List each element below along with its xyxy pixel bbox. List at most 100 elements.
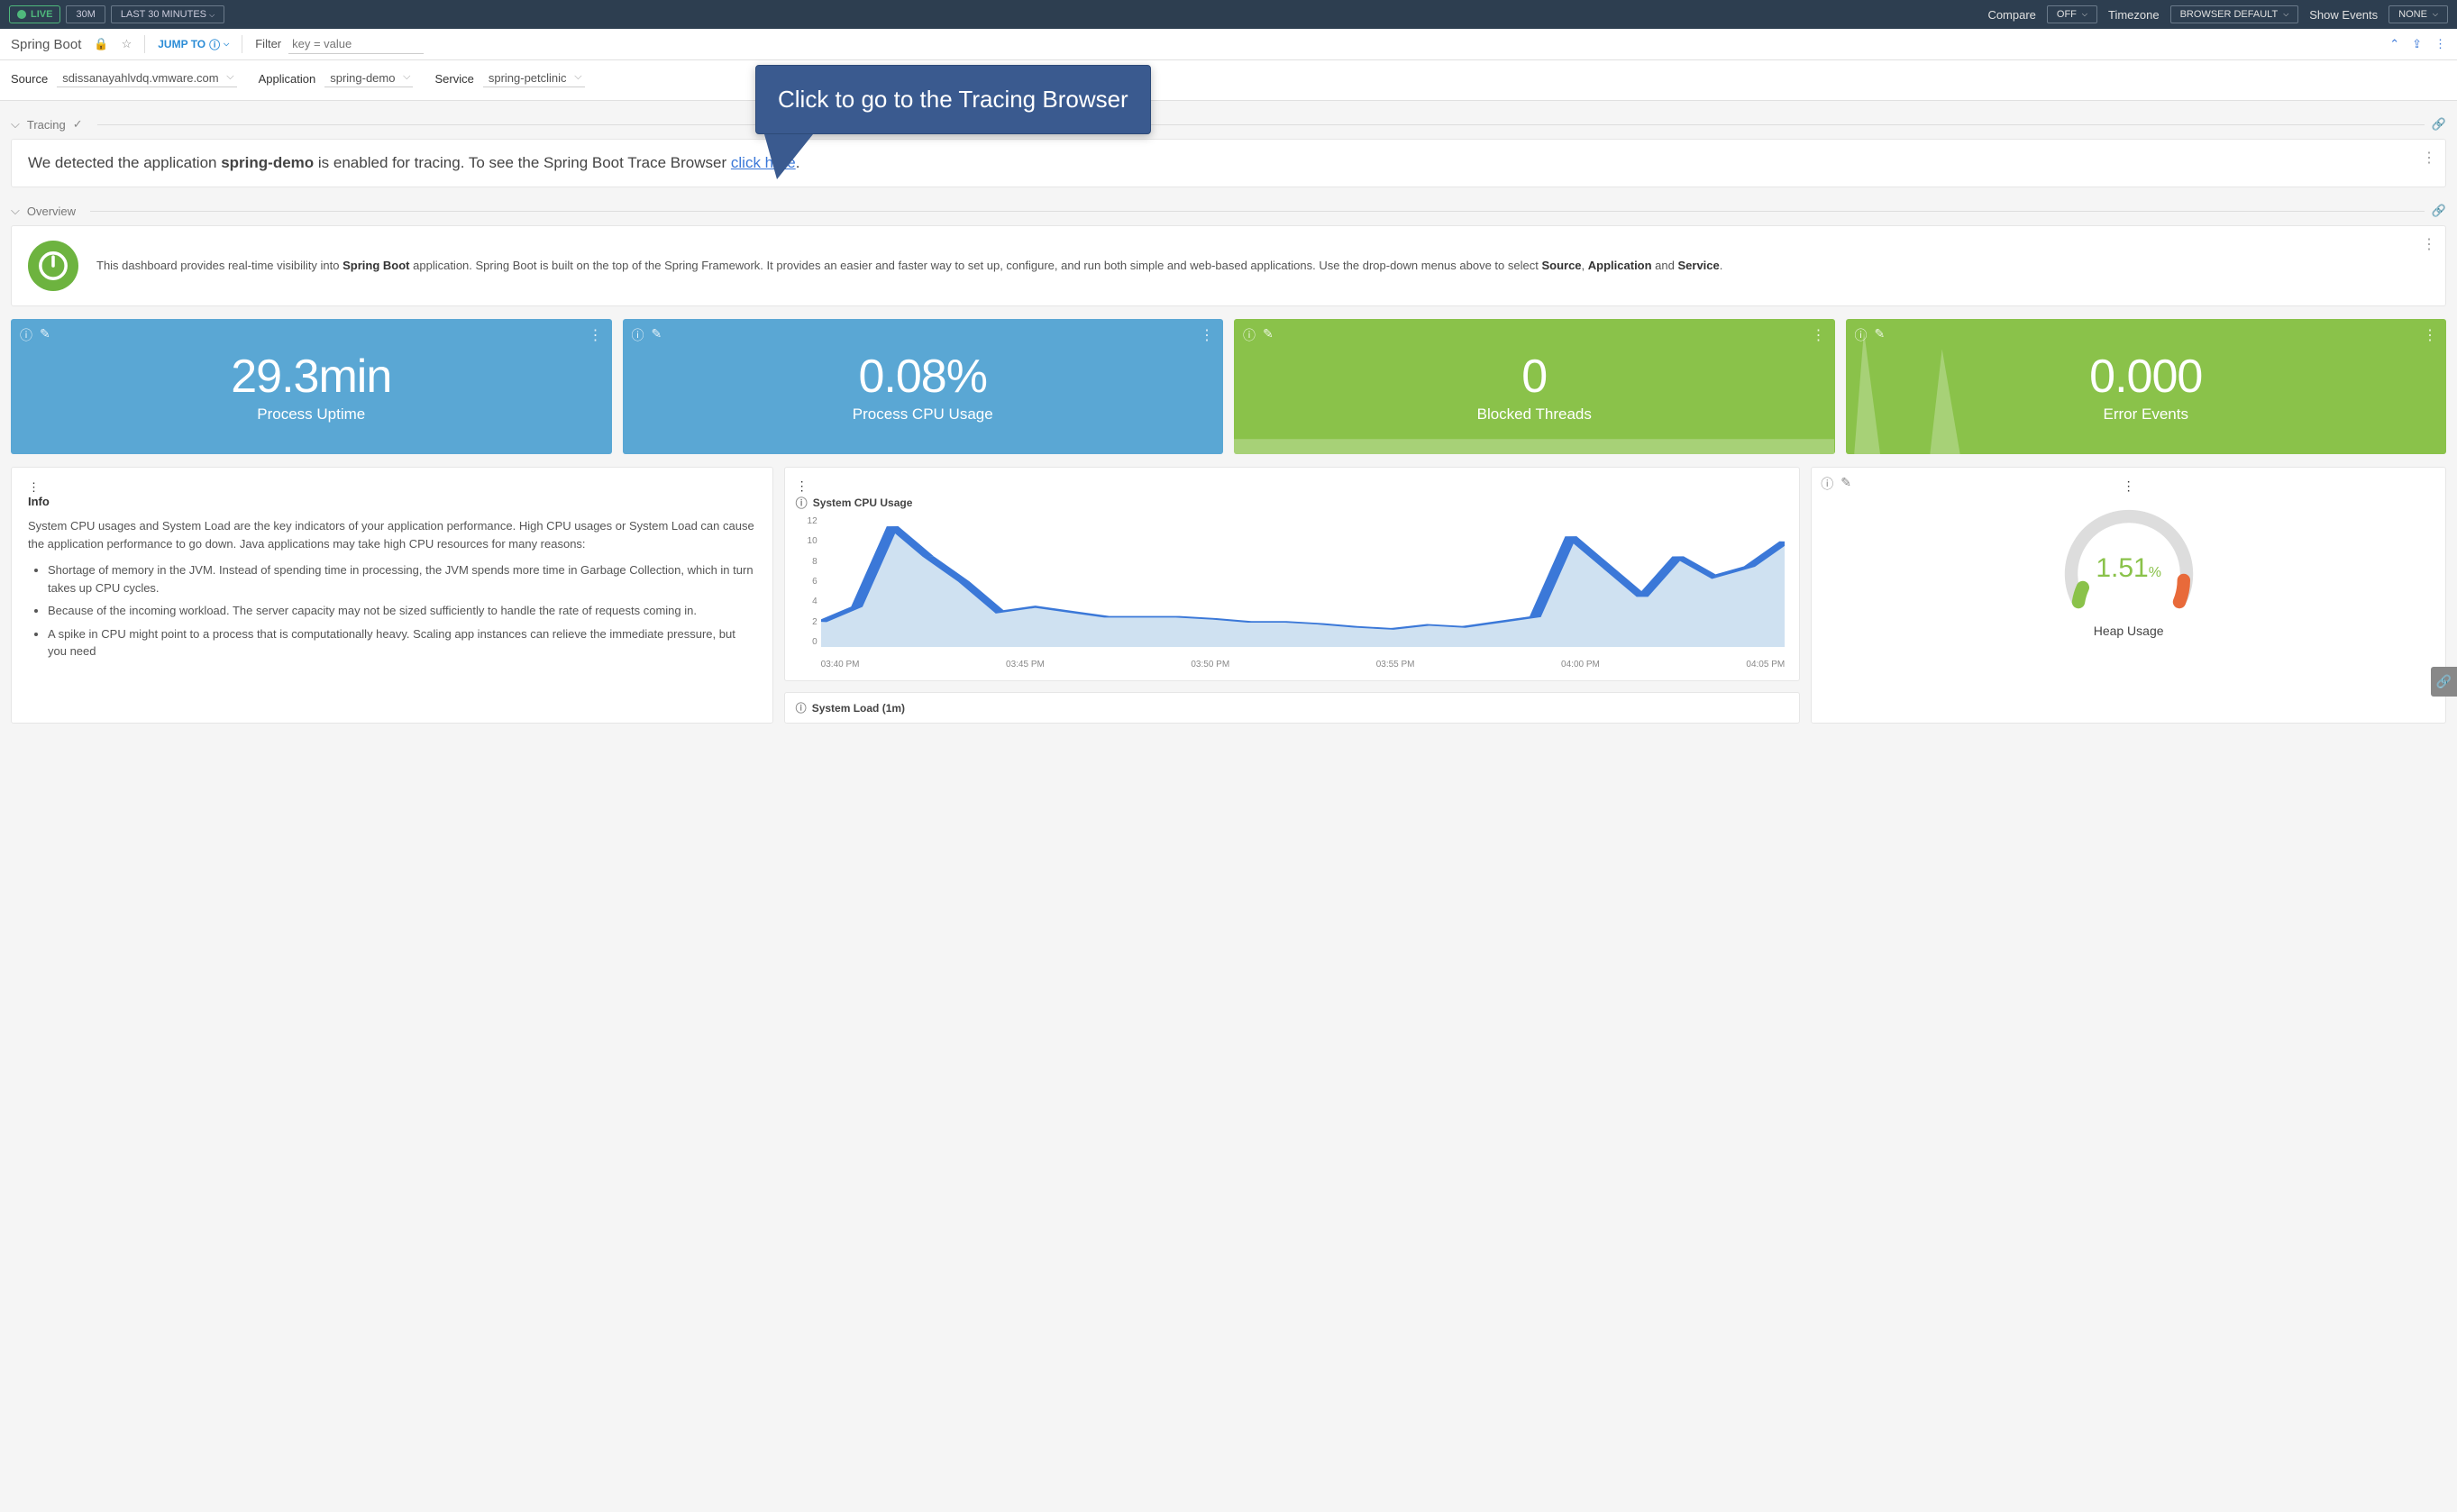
overview-card: ⋮ This dashboard provides real-time visi… bbox=[11, 225, 2446, 306]
chevron-down-icon[interactable]: ⌵ bbox=[11, 117, 20, 132]
card-menu-icon[interactable]: ⋮ bbox=[2422, 235, 2436, 253]
info-bullets: Shortage of memory in the JVM. Instead o… bbox=[28, 561, 756, 660]
range-dropdown[interactable]: LAST 30 MINUTES ⌵ bbox=[111, 5, 224, 23]
info-circle-icon[interactable]: ⓘ bbox=[20, 326, 32, 344]
pencil-icon[interactable]: ✎ bbox=[1875, 326, 1886, 344]
info-circle-icon[interactable]: ⓘ bbox=[1243, 326, 1256, 344]
card-menu-icon[interactable]: ⋮ bbox=[1200, 326, 1214, 344]
cpu-chart-svg bbox=[821, 516, 1786, 647]
card-menu-icon[interactable]: ⋮ bbox=[796, 478, 808, 493]
filter-group: Filter bbox=[255, 34, 424, 54]
chevron-down-icon[interactable]: ⌵ bbox=[11, 204, 20, 218]
content-area: ⌵ Tracing ✓ 🔗 ⋮ We detected the applicat… bbox=[0, 117, 2457, 742]
source-label: Source bbox=[11, 72, 48, 86]
info-card: ⋮ Info System CPU usages and System Load… bbox=[11, 467, 773, 724]
collapse-icon[interactable]: ⌃ bbox=[2389, 37, 2399, 51]
txt-bold: Service bbox=[1677, 259, 1719, 272]
info-circle-icon[interactable]: ⓘ bbox=[632, 326, 644, 344]
compare-value: OFF bbox=[2057, 9, 2077, 20]
check-circle-icon: ✓ bbox=[73, 117, 83, 132]
stat-card-uptime: ⓘ ✎ ⋮ 29.3min Process Uptime bbox=[11, 319, 612, 454]
filter-input[interactable] bbox=[288, 34, 424, 54]
filter-label: Filter bbox=[255, 37, 281, 50]
x-tick: 03:40 PM bbox=[821, 660, 860, 669]
txt: application. Spring Boot is built on the… bbox=[410, 259, 1542, 272]
txt-bold: spring-demo bbox=[221, 154, 314, 171]
share-icon[interactable]: ⇪ bbox=[2412, 37, 2422, 51]
sparkline-icon bbox=[1234, 319, 1834, 454]
y-tick: 8 bbox=[796, 557, 817, 567]
application-dropdown[interactable]: spring-demo bbox=[324, 69, 413, 87]
jump-to-button[interactable]: JUMP TO ⓘ ⌵ bbox=[158, 37, 229, 52]
gauge-value-wrap: 1.51% bbox=[2057, 553, 2201, 584]
tracing-message: We detected the application spring-demo … bbox=[28, 154, 2429, 172]
card-menu-icon[interactable]: ⋮ bbox=[589, 326, 603, 344]
live-badge[interactable]: LIVE bbox=[9, 5, 60, 23]
pencil-icon[interactable]: ✎ bbox=[1263, 326, 1274, 344]
card-menu-icon[interactable]: ⋮ bbox=[2123, 478, 2135, 494]
y-tick: 2 bbox=[796, 617, 817, 627]
timezone-dropdown[interactable]: BROWSER DEFAULT ⌵ bbox=[2170, 5, 2299, 23]
side-link-icon[interactable]: 🔗 bbox=[2431, 667, 2457, 697]
gauge-label: Heap Usage bbox=[2094, 624, 2164, 638]
timezone-label: Timezone bbox=[2108, 8, 2160, 22]
link-icon[interactable]: 🔗 bbox=[2432, 204, 2446, 218]
compare-dropdown[interactable]: OFF ⌵ bbox=[2047, 5, 2097, 23]
range-30m-button[interactable]: 30M bbox=[66, 5, 105, 23]
sparkline-icon bbox=[1846, 319, 2446, 454]
link-icon[interactable]: 🔗 bbox=[2432, 117, 2446, 132]
x-tick: 04:05 PM bbox=[1746, 660, 1785, 669]
x-tick: 03:45 PM bbox=[1006, 660, 1045, 669]
card-menu-icon[interactable]: ⋮ bbox=[2423, 326, 2437, 344]
stat-card-blocked-threads: ⓘ✎ ⋮ 0 Blocked Threads bbox=[1234, 319, 1835, 454]
pencil-icon[interactable]: ✎ bbox=[40, 326, 50, 344]
section-header-tracing: ⌵ Tracing ✓ 🔗 bbox=[11, 117, 2446, 132]
txt: , bbox=[1582, 259, 1588, 272]
txt: . bbox=[1720, 259, 1723, 272]
info-circle-icon[interactable]: ⓘ bbox=[1821, 475, 1833, 493]
show-events-label: Show Events bbox=[2309, 8, 2378, 22]
spring-boot-logo-icon bbox=[28, 241, 78, 291]
pencil-icon[interactable]: ✎ bbox=[1840, 475, 1851, 493]
callout-tail-icon bbox=[764, 134, 813, 179]
stat-row: ⓘ ✎ ⋮ 29.3min Process Uptime ⓘ ✎ ⋮ 0.08% P… bbox=[11, 319, 2446, 454]
info-circle-icon[interactable]: ⓘ bbox=[796, 700, 807, 715]
service-dropdown[interactable]: spring-petclinic bbox=[483, 69, 585, 87]
stat-value: 29.3min bbox=[231, 350, 391, 404]
source-dropdown[interactable]: sdissanayahlvdq.vmware.com bbox=[57, 69, 236, 87]
y-axis: 12 10 8 6 4 2 0 bbox=[796, 516, 817, 647]
txt-bold: Application bbox=[1588, 259, 1652, 272]
card-menu-icon[interactable]: ⋮ bbox=[2422, 149, 2436, 167]
stat-label: Process Uptime bbox=[257, 405, 365, 424]
dashboard-title: Spring Boot bbox=[11, 37, 81, 52]
section-title: Overview bbox=[27, 205, 76, 218]
stat-card-cpu: ⓘ ✎ ⋮ 0.08% Process CPU Usage bbox=[623, 319, 1224, 454]
section-title: Tracing bbox=[27, 118, 66, 132]
chevron-down-icon: ⌵ bbox=[2433, 10, 2438, 19]
list-item: A spike in CPU might point to a process … bbox=[48, 625, 756, 660]
selectors-row: Source sdissanayahlvdq.vmware.com Applic… bbox=[0, 60, 2457, 101]
stat-label: Process CPU Usage bbox=[853, 405, 993, 424]
live-label: LIVE bbox=[31, 9, 52, 20]
service-label: Service bbox=[434, 72, 473, 86]
txt: is enabled for tracing. To see the Sprin… bbox=[314, 154, 731, 171]
info-title: Info bbox=[28, 495, 756, 508]
txt-bold: Source bbox=[1541, 259, 1581, 272]
card-menu-icon[interactable]: ⋮ bbox=[28, 480, 40, 494]
menu-dots-icon[interactable]: ⋮ bbox=[2434, 37, 2446, 51]
y-tick: 10 bbox=[796, 536, 817, 546]
live-dot-icon bbox=[17, 10, 26, 19]
compare-label: Compare bbox=[1987, 8, 2035, 22]
txt: We detected the application bbox=[28, 154, 221, 171]
info-circle-icon[interactable]: ⓘ bbox=[796, 494, 808, 511]
pencil-icon[interactable]: ✎ bbox=[652, 326, 662, 344]
section-divider bbox=[97, 124, 2425, 125]
x-tick: 03:50 PM bbox=[1191, 660, 1229, 669]
y-tick: 6 bbox=[796, 577, 817, 587]
stat-value: 0.08% bbox=[859, 350, 987, 404]
show-events-dropdown[interactable]: NONE ⌵ bbox=[2388, 5, 2448, 23]
card-menu-icon[interactable]: ⋮ bbox=[1812, 326, 1826, 344]
star-icon[interactable]: ☆ bbox=[122, 37, 132, 51]
txt: This dashboard provides real-time visibi… bbox=[96, 259, 343, 272]
info-circle-icon[interactable]: ⓘ bbox=[1855, 326, 1868, 344]
